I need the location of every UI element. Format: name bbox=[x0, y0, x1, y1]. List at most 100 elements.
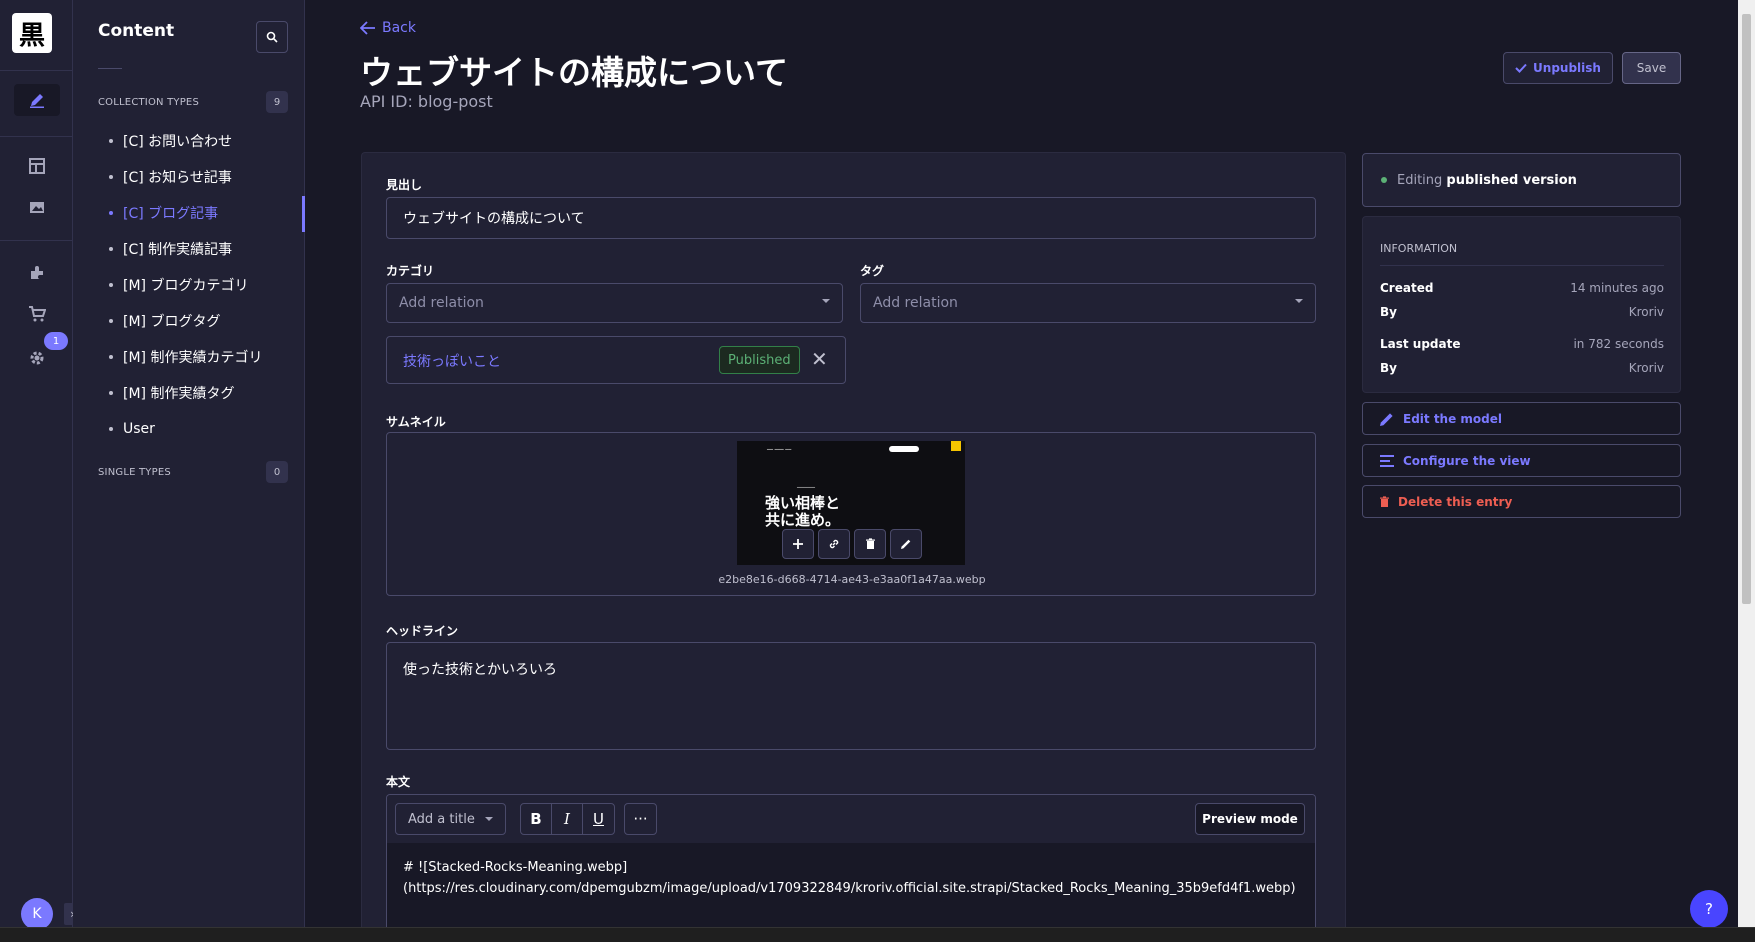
edit-media-button[interactable] bbox=[890, 529, 922, 559]
nav-item-label: [M] ブログカテゴリ bbox=[123, 278, 249, 294]
last-update-value: in 782 seconds bbox=[1573, 337, 1664, 351]
bullet bbox=[109, 427, 113, 431]
status-prefix: Editing bbox=[1397, 172, 1447, 188]
nav-item-user[interactable]: User bbox=[109, 418, 155, 440]
edit-model-button[interactable]: Edit the model bbox=[1362, 402, 1681, 435]
bullet bbox=[109, 319, 113, 323]
caret-down-icon bbox=[1295, 299, 1303, 303]
created-by-label: By bbox=[1380, 305, 1397, 319]
underline-button[interactable]: U bbox=[583, 804, 614, 834]
add-media-button[interactable] bbox=[782, 529, 814, 559]
information-divider bbox=[1380, 265, 1664, 266]
nav-item-blog-post[interactable]: [C] ブログ記事 bbox=[109, 202, 218, 224]
unpublish-label: Unpublish bbox=[1533, 61, 1601, 75]
arrow-left-icon bbox=[360, 21, 375, 35]
editor-line: (https://res.cloudinary.com/dpemgubzm/im… bbox=[403, 881, 1296, 896]
content-nav-title: Content bbox=[98, 21, 175, 41]
status-bold: published version bbox=[1446, 172, 1577, 188]
list-settings-icon bbox=[1380, 454, 1394, 467]
tag-relation-select[interactable]: Add relation bbox=[860, 283, 1316, 323]
created-by-value: Kroriv bbox=[1628, 305, 1664, 319]
midashi-label: 見出し bbox=[386, 178, 423, 192]
plugins-icon[interactable] bbox=[14, 257, 60, 289]
heading-select-label: Add a title bbox=[408, 811, 475, 827]
more-options-button[interactable]: ··· bbox=[625, 804, 656, 834]
marketplace-cart-icon[interactable] bbox=[14, 298, 60, 330]
category-label: カテゴリ bbox=[386, 264, 435, 278]
nav-item-blog-tag[interactable]: [M] ブログタグ bbox=[109, 310, 220, 332]
rail-divider bbox=[0, 240, 73, 241]
collection-types-label[interactable]: COLLECTION TYPES bbox=[98, 97, 199, 108]
bullet bbox=[109, 211, 113, 215]
nav-item-label: [M] 制作実績タグ bbox=[123, 386, 235, 402]
nav-item-works-tag[interactable]: [M] 制作実績タグ bbox=[109, 382, 234, 404]
back-link[interactable]: Back bbox=[360, 20, 416, 36]
settings-notification-badge: 1 bbox=[44, 332, 68, 350]
status-dot bbox=[1381, 177, 1387, 183]
bullet bbox=[109, 175, 113, 179]
delete-entry-button[interactable]: Delete this entry bbox=[1362, 485, 1681, 518]
scrollbar-thumb[interactable] bbox=[1742, 14, 1751, 604]
body-label: 本文 bbox=[386, 775, 411, 789]
created-value: 14 minutes ago bbox=[1570, 281, 1664, 295]
tag-label: タグ bbox=[860, 264, 885, 278]
bullet bbox=[109, 247, 113, 251]
nav-item-label: User bbox=[123, 421, 155, 437]
copy-link-button[interactable] bbox=[818, 529, 850, 559]
delete-media-button[interactable] bbox=[854, 529, 886, 559]
preview-pill bbox=[889, 446, 919, 452]
nav-item-works[interactable]: [C] 制作実績記事 bbox=[109, 238, 232, 260]
page-scrollbar[interactable] bbox=[1738, 0, 1755, 927]
information-heading: INFORMATION bbox=[1380, 242, 1458, 255]
editor-toolbar: Add a title B I U ··· Preview mode bbox=[387, 795, 1315, 843]
rail-divider bbox=[0, 136, 73, 137]
tag-placeholder: Add relation bbox=[873, 295, 958, 311]
bold-button[interactable]: B bbox=[521, 804, 552, 834]
thumbnail-actions bbox=[782, 529, 922, 559]
nav-item-works-category[interactable]: [M] 制作実績カテゴリ bbox=[109, 346, 262, 368]
published-status-badge: Published bbox=[719, 346, 800, 374]
back-label: Back bbox=[382, 20, 416, 36]
edit-model-label: Edit the model bbox=[1403, 411, 1502, 426]
italic-button[interactable]: I bbox=[552, 804, 583, 834]
bullet bbox=[109, 139, 113, 143]
category-placeholder: Add relation bbox=[399, 295, 484, 311]
preview-mode-button[interactable]: Preview mode bbox=[1195, 803, 1305, 835]
search-icon bbox=[266, 31, 278, 43]
content-manager-icon[interactable] bbox=[14, 84, 60, 116]
configure-view-button[interactable]: Configure the view bbox=[1362, 444, 1681, 477]
last-update-label: Last update bbox=[1380, 337, 1461, 351]
help-button[interactable]: ? bbox=[1690, 890, 1728, 928]
single-types-label[interactable]: SINGLE TYPES bbox=[98, 467, 171, 478]
content-type-builder-icon[interactable] bbox=[14, 150, 60, 182]
nav-item-label: [C] ブログ記事 bbox=[123, 206, 219, 222]
search-button[interactable] bbox=[256, 21, 288, 53]
collection-types-count: 9 bbox=[266, 91, 288, 113]
preview-nav-decoration: ━━ ━━━ ━━ bbox=[767, 447, 792, 453]
nav-item-blog-category[interactable]: [M] ブログカテゴリ bbox=[109, 274, 248, 296]
preview-headline: 強い相棒と 共に進め。 bbox=[765, 495, 840, 529]
save-button[interactable]: Save bbox=[1622, 52, 1681, 84]
preview-line: 共に進め。 bbox=[765, 511, 841, 529]
nav-item-news[interactable]: [C] お知らせ記事 bbox=[109, 166, 232, 188]
relation-link[interactable]: 技術っぽいこと bbox=[403, 351, 501, 371]
created-label: Created bbox=[1380, 281, 1434, 295]
heading-select[interactable]: Add a title bbox=[395, 803, 506, 835]
nav-item-label: [C] お知らせ記事 bbox=[123, 170, 232, 186]
category-relation-select[interactable]: Add relation bbox=[386, 283, 843, 323]
headline-textarea[interactable]: 使った技術とかいろいろ bbox=[386, 642, 1316, 750]
remove-relation-icon[interactable]: ✕ bbox=[811, 347, 828, 371]
nav-item-contact[interactable]: [C] お問い合わせ bbox=[109, 130, 232, 152]
category-relation-item: 技術っぽいこと Published ✕ bbox=[386, 336, 846, 384]
user-avatar[interactable]: K bbox=[21, 898, 53, 930]
trash-icon bbox=[1380, 495, 1389, 507]
api-id: API ID: blog-post bbox=[360, 92, 493, 111]
plus-icon bbox=[793, 539, 803, 549]
media-library-icon[interactable] bbox=[14, 191, 60, 223]
preview-caption-decoration: ━━━━━━ bbox=[797, 485, 816, 491]
app-logo[interactable]: 黒 bbox=[12, 13, 52, 53]
page-title: ウェブサイトの構成について bbox=[360, 53, 789, 92]
midashi-input[interactable]: ウェブサイトの構成について bbox=[386, 197, 1316, 239]
active-nav-indicator bbox=[302, 196, 305, 232]
unpublish-button[interactable]: Unpublish bbox=[1503, 52, 1613, 84]
